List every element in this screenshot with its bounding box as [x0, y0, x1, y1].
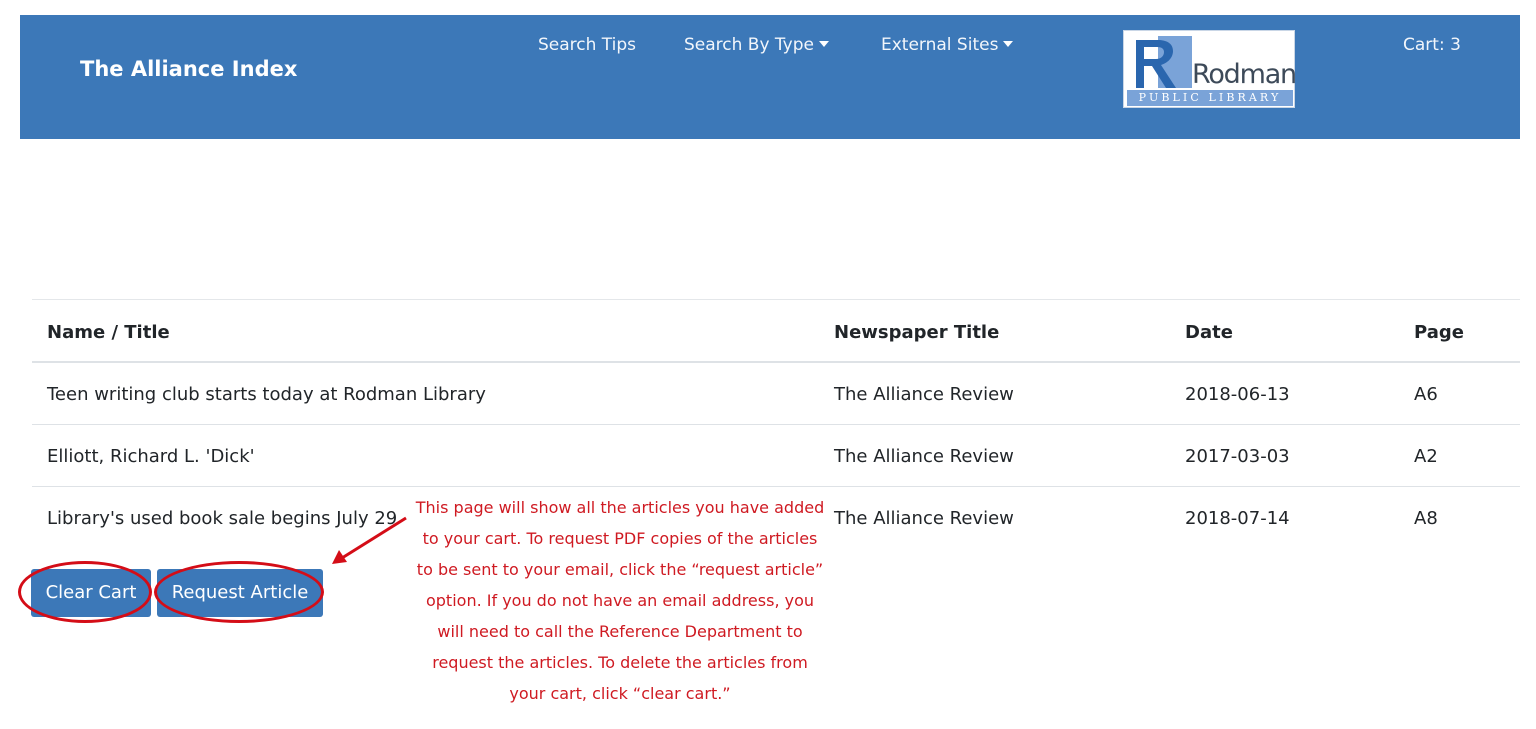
annotation-circle-clear-cart: [18, 561, 152, 623]
nav-external-sites-label: External Sites: [881, 35, 999, 55]
logo-name-text: Rodman: [1192, 59, 1297, 90]
cell-newspaper: The Alliance Review: [834, 508, 1014, 529]
annotation-line: to be sent to your email, click the “req…: [416, 560, 824, 579]
header-page: Page: [1414, 322, 1464, 343]
nav-search-tips-label: Search Tips: [538, 35, 637, 55]
nav-search-by-type[interactable]: Search By Type: [684, 35, 829, 55]
cart-count-link[interactable]: Cart: 3: [1403, 35, 1461, 55]
annotation-line: your cart, click “clear cart.”: [509, 684, 731, 703]
annotation-line: will need to call the Reference Departme…: [437, 622, 803, 641]
annotation-line: request the articles. To delete the arti…: [432, 653, 808, 672]
cell-page: A8: [1414, 508, 1438, 529]
nav-external-sites[interactable]: External Sites: [881, 35, 1014, 55]
header-name-title: Name / Title: [47, 322, 170, 343]
brand-title[interactable]: The Alliance Index: [80, 57, 297, 81]
annotation-line: option. If you do not have an email addr…: [425, 591, 815, 610]
cell-date: 2017-03-03: [1185, 446, 1290, 467]
cell-title: Elliott, Richard L. 'Dick': [47, 446, 255, 467]
cell-page: A6: [1414, 384, 1438, 405]
cell-newspaper: The Alliance Review: [834, 384, 1014, 405]
table-header-row: Name / Title Newspaper Title Date Page: [32, 299, 1520, 362]
annotation-circle-request-article: [154, 561, 324, 623]
caret-down-icon: [1003, 41, 1014, 47]
annotation-arrow-icon: [332, 516, 407, 564]
annotation-line: This page will show all the articles you…: [415, 498, 825, 517]
cell-page: A2: [1414, 446, 1438, 467]
top-navbar: The Alliance Index Search Tips Search By…: [20, 15, 1520, 139]
rodman-r-mark-icon: [1130, 36, 1192, 88]
cell-title: Teen writing club starts today at Rodman…: [47, 384, 486, 405]
header-date: Date: [1185, 322, 1233, 343]
nav-search-by-type-label: Search By Type: [684, 35, 814, 55]
annotation-note: This page will show all the articles you…: [400, 492, 840, 709]
table-row: Elliott, Richard L. 'Dick' The Alliance …: [32, 424, 1520, 486]
cell-newspaper: The Alliance Review: [834, 446, 1014, 467]
annotation-line: to your cart. To request PDF copies of t…: [422, 529, 818, 548]
caret-down-icon: [818, 41, 829, 47]
header-newspaper-title: Newspaper Title: [834, 322, 1000, 343]
table-row: Teen writing club starts today at Rodman…: [32, 362, 1520, 424]
cell-date: 2018-06-13: [1185, 384, 1290, 405]
cell-date: 2018-07-14: [1185, 508, 1290, 529]
nav-search-tips[interactable]: Search Tips: [538, 35, 636, 55]
logo-subtitle-text: PUBLIC LIBRARY: [1127, 90, 1293, 106]
rodman-library-logo[interactable]: Rodman PUBLIC LIBRARY: [1123, 30, 1297, 108]
